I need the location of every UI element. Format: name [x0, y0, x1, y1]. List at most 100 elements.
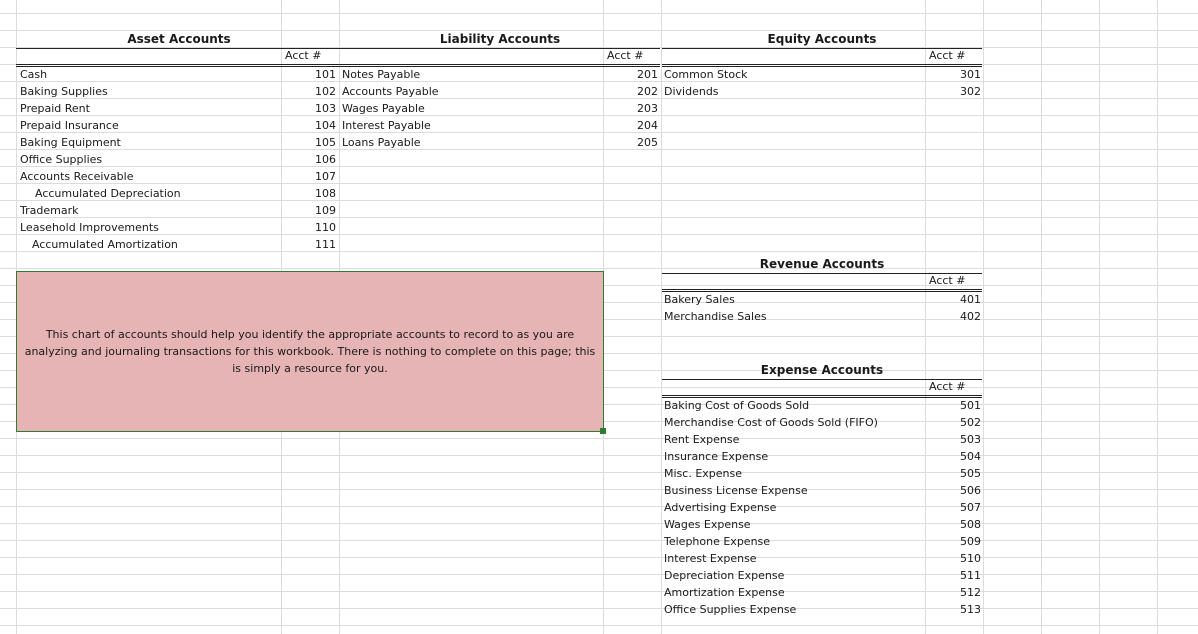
expense-row-num[interactable]: 509: [926, 534, 981, 550]
revenue-row-name[interactable]: Merchandise Sales: [664, 309, 767, 325]
equity-row-name[interactable]: Dividends: [664, 84, 719, 100]
revenue-header-underline: [662, 273, 982, 274]
asset-row-name[interactable]: Leasehold Improvements: [20, 220, 159, 236]
expense-row-num[interactable]: 510: [926, 551, 981, 567]
equity-row-num[interactable]: 302: [926, 84, 981, 100]
expense-row-name[interactable]: Telephone Expense: [664, 534, 770, 550]
expense-row-name[interactable]: Amortization Expense: [664, 585, 785, 601]
expense-row-name[interactable]: Advertising Expense: [664, 500, 776, 516]
liability-row-name[interactable]: Accounts Payable: [342, 84, 439, 100]
liability-row-name[interactable]: Notes Payable: [342, 67, 420, 83]
expense-row-num[interactable]: 508: [926, 517, 981, 533]
asset-row-num[interactable]: 111: [283, 237, 336, 253]
asset-row-num[interactable]: 105: [283, 135, 336, 151]
asset-row-num[interactable]: 103: [283, 101, 336, 117]
liability-accounts-title: Liability Accounts: [439, 32, 561, 46]
expense-row-num[interactable]: 501: [926, 398, 981, 414]
expense-row-name[interactable]: Office Supplies Expense: [664, 602, 796, 618]
liability-header-underline: [340, 48, 660, 49]
liability-row-name[interactable]: Loans Payable: [342, 135, 421, 151]
asset-row-num[interactable]: 110: [283, 220, 336, 236]
expense-header-underline: [662, 379, 982, 380]
asset-row-name[interactable]: Baking Supplies: [20, 84, 108, 100]
asset-row-name[interactable]: Office Supplies: [20, 152, 102, 168]
expense-row-name[interactable]: Merchandise Cost of Goods Sold (FIFO): [664, 415, 878, 431]
expense-row-num[interactable]: 511: [926, 568, 981, 584]
row-gridline: [0, 166, 1198, 167]
note-textbox[interactable]: This chart of accounts should help you i…: [16, 271, 604, 432]
expense-row-num[interactable]: 504: [926, 449, 981, 465]
equity-acct-label: Acct #: [929, 49, 966, 62]
revenue-acct-label: Acct #: [929, 274, 966, 287]
asset-row-name[interactable]: Prepaid Insurance: [20, 118, 119, 134]
expense-row-name[interactable]: Depreciation Expense: [664, 568, 784, 584]
asset-row-num[interactable]: 107: [283, 169, 336, 185]
equity-row-name[interactable]: Common Stock: [664, 67, 747, 83]
liability-row-num[interactable]: 201: [605, 67, 658, 83]
expense-row-name[interactable]: Rent Expense: [664, 432, 739, 448]
row-gridline: [0, 591, 1198, 592]
asset-row-name[interactable]: Accumulated Amortization: [32, 237, 178, 253]
liability-row-num[interactable]: 202: [605, 84, 658, 100]
row-gridline: [0, 149, 1198, 150]
row-gridline: [0, 115, 1198, 116]
row-gridline: [0, 98, 1198, 99]
revenue-row-num[interactable]: 402: [926, 309, 981, 325]
asset-row-num[interactable]: 102: [283, 84, 336, 100]
expense-row-num[interactable]: 506: [926, 483, 981, 499]
row-gridline: [0, 132, 1198, 133]
expense-row-name[interactable]: Misc. Expense: [664, 466, 742, 482]
expense-row-name[interactable]: Wages Expense: [664, 517, 751, 533]
expense-row-num[interactable]: 507: [926, 500, 981, 516]
asset-row-name[interactable]: Prepaid Rent: [20, 101, 90, 117]
asset-row-name[interactable]: Trademark: [20, 203, 78, 219]
expense-row-num[interactable]: 513: [926, 602, 981, 618]
expense-row-name[interactable]: Insurance Expense: [664, 449, 768, 465]
equity-row-num[interactable]: 301: [926, 67, 981, 83]
asset-row-num[interactable]: 104: [283, 118, 336, 134]
resize-handle[interactable]: [600, 428, 606, 434]
asset-row-num[interactable]: 108: [283, 186, 336, 202]
asset-row-name[interactable]: Accumulated Depreciation: [35, 186, 181, 202]
column-gridline: [983, 0, 984, 634]
spreadsheet-grid[interactable]: Asset Accounts Liability Accounts Equity…: [0, 0, 1198, 634]
expense-row-name[interactable]: Interest Expense: [664, 551, 757, 567]
row-gridline: [0, 13, 1198, 14]
row-gridline: [0, 438, 1198, 439]
column-gridline: [1041, 0, 1042, 634]
row-gridline: [0, 540, 1198, 541]
asset-row-name[interactable]: Accounts Receivable: [20, 169, 134, 185]
revenue-row-num[interactable]: 401: [926, 292, 981, 308]
liability-row-num[interactable]: 205: [605, 135, 658, 151]
expense-row-num[interactable]: 503: [926, 432, 981, 448]
row-gridline: [0, 489, 1198, 490]
asset-acct-label: Acct #: [285, 49, 322, 62]
column-gridline: [1099, 0, 1100, 634]
asset-row-name[interactable]: Baking Equipment: [20, 135, 121, 151]
liability-row-num[interactable]: 204: [605, 118, 658, 134]
expense-accounts-title: Expense Accounts: [760, 363, 884, 377]
revenue-accounts-title: Revenue Accounts: [759, 257, 885, 271]
row-gridline: [0, 268, 1198, 269]
expense-row-name[interactable]: Business License Expense: [664, 483, 808, 499]
row-gridline: [0, 625, 1198, 626]
expense-row-name[interactable]: Baking Cost of Goods Sold: [664, 398, 809, 414]
asset-row-num[interactable]: 109: [283, 203, 336, 219]
expense-row-num[interactable]: 512: [926, 585, 981, 601]
asset-row-num[interactable]: 101: [283, 67, 336, 83]
row-gridline: [0, 251, 1198, 252]
liability-row-name[interactable]: Wages Payable: [342, 101, 425, 117]
row-gridline: [0, 217, 1198, 218]
liability-row-name[interactable]: Interest Payable: [342, 118, 431, 134]
expense-row-num[interactable]: 502: [926, 415, 981, 431]
revenue-row-name[interactable]: Bakery Sales: [664, 292, 735, 308]
row-gridline: [0, 234, 1198, 235]
expense-acct-label: Acct #: [929, 380, 966, 393]
asset-row-num[interactable]: 106: [283, 152, 336, 168]
row-gridline: [0, 574, 1198, 575]
expense-row-num[interactable]: 505: [926, 466, 981, 482]
asset-row-name[interactable]: Cash: [20, 67, 47, 83]
liability-row-num[interactable]: 203: [605, 101, 658, 117]
row-gridline: [0, 183, 1198, 184]
column-gridline: [661, 0, 662, 634]
